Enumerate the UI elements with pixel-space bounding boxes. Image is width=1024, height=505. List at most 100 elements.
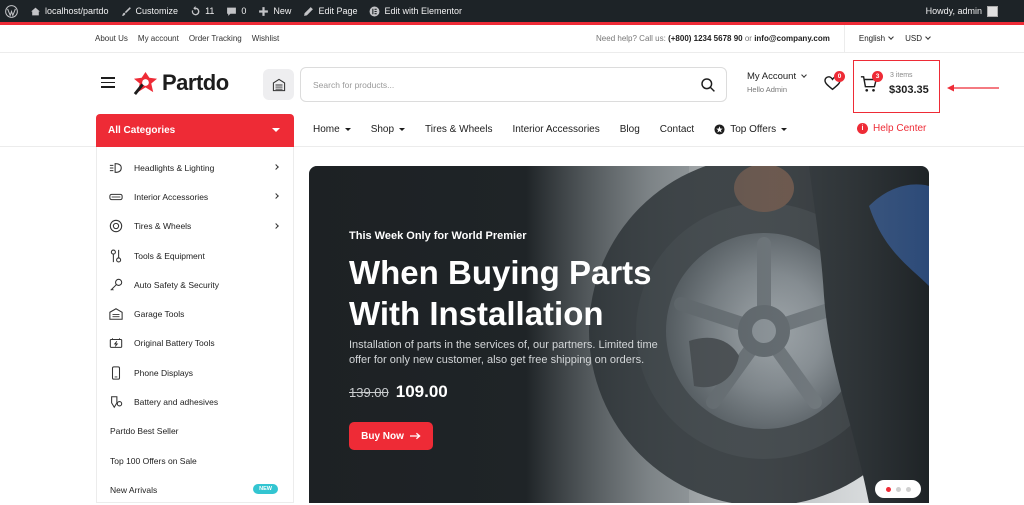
edit-elementor-link[interactable]: Edit with Elementor [363,0,468,22]
nav-item-home[interactable]: Home [313,124,351,135]
menu-icon[interactable] [101,77,115,88]
link-my-account[interactable]: My account [138,34,179,43]
chevron-down-icon [801,72,807,78]
category-item-new-arrivals[interactable]: New Arrivals NEW [97,475,293,504]
new-label: New [273,6,292,16]
caret-down-icon [272,128,280,132]
all-categories-button[interactable]: All Categories [96,114,294,147]
hero-pretitle: This Week Only for World Premier [349,230,527,242]
new-content-link[interactable]: New [252,0,297,22]
category-item[interactable]: Headlights & Lighting [97,153,293,182]
edit-page-link[interactable]: Edit Page [297,0,363,22]
category-item[interactable]: Auto Safety & Security [97,270,293,299]
account-title: My Account [747,71,797,82]
nav-item-contact[interactable]: Contact [660,124,694,135]
slider-dot[interactable] [895,486,901,492]
nav-item-tires-wheels[interactable]: Tires & Wheels [425,124,492,135]
annotation-arrow-icon [947,84,999,92]
category-item-best-seller[interactable]: Partdo Best Seller [97,417,293,446]
updates-count: 11 [205,6,215,16]
buy-now-button[interactable]: Buy Now [349,422,433,450]
wordpress-icon [5,4,18,18]
search-bar [300,67,727,102]
old-price: 139.00 [349,385,389,400]
hero-description: Installation of parts in the services of… [349,339,658,366]
comments-link[interactable]: 0 [220,0,252,22]
wordpress-logo[interactable] [0,0,24,22]
category-label: Interior Accessories [134,191,209,202]
category-item[interactable]: Tools & Equipment [97,241,293,270]
howdy-user-menu[interactable]: Howdy, admin [925,5,1024,17]
garage-button[interactable] [263,69,294,100]
category-item[interactable]: Battery and adhesives [97,387,293,416]
site-name-link[interactable]: localhost/partdo [24,0,115,22]
avatar [987,5,998,17]
top-offers-icon [714,124,725,135]
top-bar: About Us My account Order Tracking Wishl… [0,24,1024,53]
help-center-link[interactable]: i Help Center [857,123,926,134]
category-label: Auto Safety & Security [134,279,220,290]
help-prefix: Need help? Call us: [596,34,666,43]
currency-value: USD [905,34,922,43]
my-account-menu[interactable]: My Account Hello Admin [747,71,807,94]
comment-icon [227,7,237,16]
battery-icon [109,338,123,349]
category-item[interactable]: Interior Accessories [97,182,293,211]
edit-page-label: Edit Page [318,6,358,16]
help-or: or [744,34,752,43]
garage-icon [272,78,285,91]
category-label: Original Battery Tools [134,338,215,349]
nav-item-shop[interactable]: Shop [371,124,406,135]
category-label: Partdo Best Seller [110,426,179,437]
language-value: English [858,34,886,43]
slider-dot[interactable] [885,486,891,492]
nav-contact-label: Contact [659,124,695,135]
garage-icon [109,308,123,320]
nav-item-top-offers[interactable]: Top Offers [714,124,788,135]
link-order-tracking[interactable]: Order Tracking [189,34,242,43]
category-item[interactable]: Original Battery Tools [97,329,293,358]
info-icon: i [857,123,868,134]
nav-top-offers-label: Top Offers [730,124,777,135]
category-label: Tires & Wheels [134,221,192,232]
updates-link[interactable]: 11 [184,0,220,22]
help-email[interactable]: info@company.com [754,34,830,43]
hero-prices: 139.00 109.00 [349,382,448,402]
howdy-label: Howdy, admin [925,6,982,16]
cart-items-count: 3 items [890,72,913,79]
main-navigation: All Categories Home Shop Tires & Wheels … [0,112,1024,147]
currency-select[interactable]: USD [899,34,1024,43]
adhesive-icon [111,396,123,409]
seat-icon [109,193,123,201]
plus-icon [259,6,269,16]
chevron-down-icon [925,34,931,40]
category-label: New Arrivals [110,484,158,495]
help-phone[interactable]: (+800) 1234 5678 90 [668,34,743,43]
search-icon[interactable] [700,77,716,93]
site-logo[interactable]: Partdo [133,70,229,96]
cart-total: $303.35 [889,84,929,96]
slider-pagination [875,480,921,498]
category-item[interactable]: Phone Displays [97,358,293,387]
wp-admin-bar: localhost/partdo Customize 11 0 New Edit… [0,0,1024,22]
home-icon [31,7,40,15]
nav-item-blog[interactable]: Blog [620,124,640,135]
tire-icon [109,220,123,233]
wishlist-button[interactable]: 0 [824,71,845,92]
nav-item-interior-accessories[interactable]: Interior Accessories [512,124,599,135]
customize-link[interactable]: Customize [115,0,185,22]
slider-dot[interactable] [905,486,911,492]
hero-title: When Buying Parts With Installation [349,254,652,332]
category-item[interactable]: Tires & Wheels [97,212,293,241]
language-select[interactable]: English [845,34,899,43]
search-input[interactable] [313,68,693,101]
brush-icon [121,6,131,16]
link-about-us[interactable]: About Us [95,34,128,43]
cart-button[interactable]: 3 3 items $303.35 [853,60,940,113]
site-header: Partdo My Account Hello Admin 0 3 3 item… [0,54,1024,113]
link-wishlist[interactable]: Wishlist [252,34,280,43]
nav-interior-label: Interior Accessories [512,124,600,135]
category-item-top-100[interactable]: Top 100 Offers on Sale [97,446,293,475]
arrow-right-icon [409,432,421,440]
category-item[interactable]: Garage Tools [97,299,293,328]
